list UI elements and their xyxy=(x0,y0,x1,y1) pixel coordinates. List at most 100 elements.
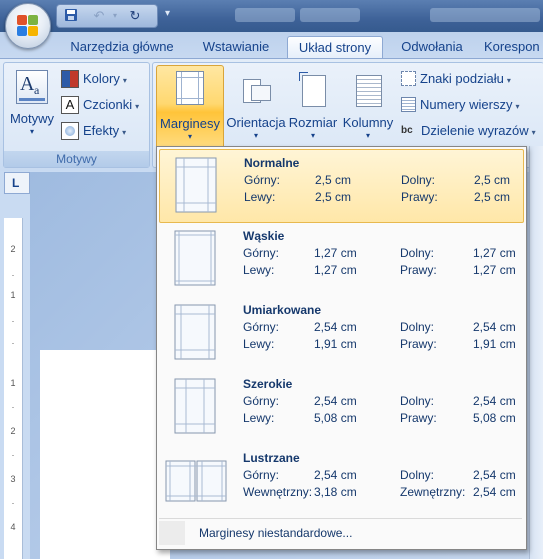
effects-icon xyxy=(61,121,79,140)
title-text-blurred xyxy=(430,8,540,22)
hyphenation-icon: bc xyxy=(401,124,413,136)
custom-margins-item[interactable]: Marginesy niestandardowe... xyxy=(159,521,522,545)
breaks-button[interactable]: Znaki podziału ▾ xyxy=(401,69,511,89)
columns-button[interactable]: Kolumny ▾ xyxy=(341,69,395,149)
ruler-tick: · xyxy=(11,338,15,348)
option-title: Lustrzane xyxy=(243,451,300,465)
quick-access-toolbar: ↶ ▾ ↻ xyxy=(56,4,158,28)
top-label: Górny: xyxy=(243,320,280,334)
tab-stop-icon: L xyxy=(12,176,20,190)
line-numbers-icon xyxy=(401,97,416,113)
margins-button[interactable]: Marginesy ▾ xyxy=(156,65,224,151)
margin-option-normal[interactable]: Normalne Górny: 2,5 cm Dolny: 2,5 cm Lew… xyxy=(159,149,524,223)
left-label: Lewy: xyxy=(243,411,275,425)
left-label: Lewy: xyxy=(243,263,275,277)
margin-narrow-icon xyxy=(171,230,219,288)
colors-button[interactable]: Kolory ▾ xyxy=(61,69,127,89)
hyphenation-label: Dzielenie wyrazów xyxy=(421,123,529,138)
chevron-down-icon: ▾ xyxy=(253,131,258,140)
ruler-label: 3 xyxy=(10,474,16,484)
left-value: 2,5 cm xyxy=(315,190,352,204)
fonts-icon: A xyxy=(61,95,79,114)
chevron-down-icon: ▾ xyxy=(365,131,370,140)
office-logo-icon xyxy=(17,15,39,37)
top-label: Górny: xyxy=(244,173,281,187)
tab-references[interactable]: Odwołania xyxy=(394,36,470,58)
line-numbers-button[interactable]: Numery wierszy ▾ xyxy=(401,95,519,115)
margin-option-narrow[interactable]: Wąskie Górny: 1,27 cm Dolny: 1,27 cm Lew… xyxy=(159,223,522,295)
left-value: 1,91 cm xyxy=(314,337,357,351)
custom-margins-label: Marginesy niestandardowe... xyxy=(199,526,353,540)
option-title: Wąskie xyxy=(243,229,285,243)
tab-home[interactable]: Narzędzia główne xyxy=(63,36,181,58)
breaks-label: Znaki podziału xyxy=(420,71,504,86)
ruler-tick: · xyxy=(11,402,15,412)
document-page xyxy=(40,350,170,559)
option-title: Normalne xyxy=(244,156,300,170)
size-button[interactable]: Rozmiar ▾ xyxy=(287,69,339,149)
save-icon[interactable] xyxy=(63,8,79,24)
chevron-down-icon: ▾ xyxy=(29,127,34,136)
ruler-tick: · xyxy=(11,450,15,460)
right-label: Prawy: xyxy=(400,263,437,277)
chevron-down-icon: ▾ xyxy=(122,76,127,85)
tab-selector[interactable]: L xyxy=(4,172,30,194)
themes-group-label: Motywy xyxy=(4,151,149,167)
fonts-button[interactable]: A Czcionki ▾ xyxy=(61,95,139,115)
margin-option-wide[interactable]: Szerokie Górny: 2,54 cm Dolny: 2,54 cm L… xyxy=(159,371,522,443)
top-label: Górny: xyxy=(243,394,280,408)
chevron-down-icon: ▾ xyxy=(531,128,536,137)
top-value: 2,54 cm xyxy=(314,394,357,408)
top-value: 2,54 cm xyxy=(314,320,357,334)
columns-label: Kolumny xyxy=(342,115,394,130)
option-title: Szerokie xyxy=(243,377,293,391)
bottom-value: 1,27 cm xyxy=(473,246,516,260)
colors-label: Kolory xyxy=(83,71,120,86)
ruler-label: 1 xyxy=(10,378,16,388)
line-numbers-label: Numery wierszy xyxy=(420,97,513,112)
right-value: 5,08 cm xyxy=(473,411,516,425)
effects-button[interactable]: Efekty ▾ xyxy=(61,121,126,141)
top-value: 1,27 cm xyxy=(314,246,357,260)
outside-value: 2,54 cm xyxy=(473,485,516,499)
chevron-down-icon: ▾ xyxy=(310,131,315,140)
redo-icon[interactable]: ↻ xyxy=(127,8,143,24)
orientation-icon xyxy=(243,75,271,105)
office-button[interactable] xyxy=(5,3,51,49)
effects-label: Efekty xyxy=(83,123,120,138)
inside-label: Wewnętrzny: xyxy=(243,485,313,499)
undo-icon[interactable]: ↶ xyxy=(91,8,107,24)
themes-button[interactable]: A a Motywy ▾ xyxy=(7,67,57,147)
inside-value: 3,18 cm xyxy=(314,485,357,499)
margin-option-mirrored[interactable]: Lustrzane Górny: 2,54 cm Dolny: 2,54 cm … xyxy=(159,445,522,517)
tab-page-layout[interactable]: Układ strony xyxy=(287,36,383,60)
left-label: Lewy: xyxy=(243,337,275,351)
customize-qat-icon[interactable]: ▾ xyxy=(165,8,170,19)
undo-dropdown-icon[interactable]: ▾ xyxy=(107,8,123,24)
top-value: 2,5 cm xyxy=(315,173,352,187)
bottom-value: 2,54 cm xyxy=(473,394,516,408)
margin-option-moderate[interactable]: Umiarkowane Górny: 2,54 cm Dolny: 2,54 c… xyxy=(159,297,522,369)
menu-icon-strip xyxy=(159,521,185,545)
tab-mailings[interactable]: Korespon xyxy=(484,36,543,58)
vertical-scrollbar[interactable] xyxy=(529,146,543,559)
menu-separator xyxy=(159,518,522,519)
tab-insert[interactable]: Wstawianie xyxy=(196,36,276,58)
margin-normal-icon xyxy=(172,157,220,215)
chevron-down-icon: ▾ xyxy=(506,76,511,85)
margins-label: Marginesy xyxy=(160,116,220,131)
bottom-value: 2,54 cm xyxy=(473,320,516,334)
orientation-label: Orientacja xyxy=(226,115,286,130)
hyphenation-button[interactable]: bc Dzielenie wyrazów ▾ xyxy=(401,121,536,141)
ribbon-tabs: Narzędzia główne Wstawianie Układ strony… xyxy=(0,32,543,60)
orientation-button[interactable]: Orientacja ▾ xyxy=(225,69,287,149)
bottom-label: Dolny: xyxy=(400,320,435,334)
left-label: Lewy: xyxy=(244,190,276,204)
title-text-blurred xyxy=(300,8,360,22)
vertical-ruler: 2 · 1 · · 1 · 2 · 3 · 4 xyxy=(4,218,23,559)
chevron-down-icon: ▾ xyxy=(122,128,127,137)
title-text-blurred xyxy=(235,8,295,22)
chevron-down-icon: ▾ xyxy=(515,102,520,111)
top-label: Górny: xyxy=(243,468,280,482)
themes-icon: A a xyxy=(16,70,48,104)
